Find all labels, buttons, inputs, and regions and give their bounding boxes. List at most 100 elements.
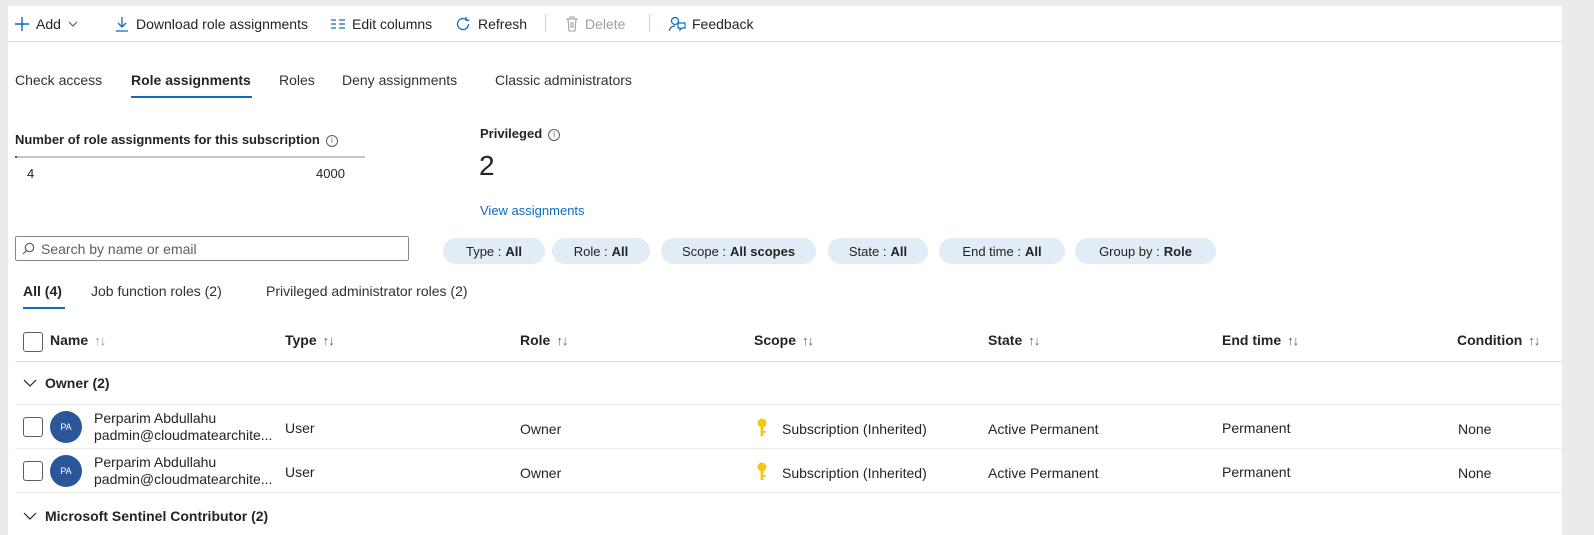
columns-icon [331,19,345,29]
column-state-label: State [988,332,1023,348]
column-name-label: Name [50,332,89,348]
refresh-button[interactable]: Refresh [454,12,527,36]
view-assignments-link[interactable]: View assignments [480,203,585,218]
delete-button[interactable]: Delete [565,12,625,36]
add-button[interactable]: Add [14,12,79,36]
column-role-label: Role [520,332,551,348]
sort-icon: ↑↓ [94,332,106,348]
command-bar: Add Download role assignments Edit colum… [8,6,1562,42]
sort-icon: ↑↓ [802,332,814,348]
column-header-role[interactable]: Role ↑↓ [520,332,568,348]
group-header-owner[interactable]: Owner (2) [23,375,110,391]
sort-icon: ↑↓ [556,332,568,348]
group-by-pill[interactable]: Group by : Role [1075,238,1216,264]
feedback-label: Feedback [692,16,754,32]
row-checkbox[interactable] [23,417,43,437]
select-all-checkbox[interactable] [23,332,43,352]
tab-deny-assignments[interactable]: Deny assignments [342,72,457,88]
download-label: Download role assignments [136,16,308,32]
info-icon: i [548,129,561,141]
subtab-job-function-roles[interactable]: Job function roles (2) [91,283,222,299]
row-divider [15,492,1562,493]
sort-icon: ↑↓ [1028,332,1040,348]
scope-link[interactable]: Subscription (Inherited) [782,421,927,437]
avatar: PA [50,455,82,487]
sort-icon: ↑↓ [1528,332,1540,348]
privileged-label: Privileged [480,126,543,141]
end-time-cell: Permanent [1222,420,1291,436]
state-cell: Active Permanent [988,465,1099,481]
column-header-type[interactable]: Type ↑↓ [285,332,335,348]
condition-cell: None [1458,421,1492,437]
filter-type[interactable]: Type : All [443,238,545,264]
principal-name-link[interactable]: Perparim Abdullahu [94,410,216,426]
plus-icon [15,17,29,31]
row-divider [15,404,1562,405]
edit-columns-button[interactable]: Edit columns [330,12,432,36]
principal-name-link[interactable]: Perparim Abdullahu [94,454,216,470]
role-assignments-blade: Add Download role assignments Edit colum… [0,0,1562,535]
feedback-icon [668,16,686,32]
subtab-all[interactable]: All (4) [23,283,62,299]
column-header-state[interactable]: State ↑↓ [988,332,1040,348]
filter-scope[interactable]: Scope : All scopes [661,238,816,264]
filter-type-value: All [505,243,523,259]
sort-icon: ↑↓ [1287,332,1299,348]
max-assignment-count: 4000 [316,166,345,181]
filter-end-time-key: End time : [962,243,1021,259]
role-link[interactable]: Owner [520,465,561,481]
filter-end-time[interactable]: End time : All [939,238,1065,264]
active-tab-indicator [131,96,252,98]
key-icon [757,462,767,480]
group-label: Microsoft Sentinel Contributor (2) [45,508,269,524]
column-type-label: Type [285,332,317,348]
download-role-assignments-button[interactable]: Download role assignments [114,12,308,36]
search-input[interactable] [41,240,401,257]
subtab-privileged-administrator-roles[interactable]: Privileged administrator roles (2) [266,283,468,299]
column-header-end-time[interactable]: End time ↑↓ [1222,332,1299,348]
search-box [15,236,409,261]
privileged-heading: Privileged i [480,126,561,141]
tab-classic-administrators[interactable]: Classic administrators [495,72,632,88]
filter-role-value: All [611,243,629,259]
condition-cell: None [1458,465,1492,481]
edit-columns-label: Edit columns [352,16,433,32]
state-cell: Active Permanent [988,421,1099,437]
tab-check-access[interactable]: Check access [15,72,102,88]
delete-label: Delete [585,16,626,32]
column-header-name[interactable]: Name ↑↓ [50,332,106,348]
group-header-sentinel-contributor[interactable]: Microsoft Sentinel Contributor (2) [23,508,268,524]
tab-role-assignments[interactable]: Role assignments [131,72,251,88]
filter-role-key: Role : [573,243,608,259]
current-assignment-count: 4 [27,166,35,181]
tab-roles[interactable]: Roles [279,72,315,88]
feedback-button[interactable]: Feedback [668,12,753,36]
filter-type-key: Type : [465,243,502,259]
column-header-scope[interactable]: Scope ↑↓ [754,332,814,348]
scope-link[interactable]: Subscription (Inherited) [782,465,927,481]
toolbar-separator [649,14,650,32]
chevron-down-icon [23,512,37,520]
download-icon [116,17,128,32]
trash-icon [566,16,578,32]
active-subtab-indicator [23,307,65,309]
column-end-time-label: End time [1222,332,1282,348]
filter-state-key: State : [848,243,887,259]
filter-state[interactable]: State : All [828,238,928,264]
refresh-label: Refresh [478,16,528,32]
role-link[interactable]: Owner [520,421,561,437]
avatar: PA [50,411,82,443]
assignment-usage-fill [15,156,17,158]
row-divider [15,448,1562,449]
row-checkbox[interactable] [23,461,43,481]
add-label: Add [36,16,61,32]
filter-state-value: All [890,243,908,259]
filter-role[interactable]: Role : All [552,238,650,264]
toolbar-separator [545,14,546,32]
assignment-usage-bar [15,156,365,158]
column-header-condition[interactable]: Condition ↑↓ [1457,332,1540,348]
privileged-count: 2 [479,150,495,181]
search-icon [22,242,35,255]
group-by-value: Role [1163,243,1192,259]
filter-end-time-value: All [1024,243,1042,259]
